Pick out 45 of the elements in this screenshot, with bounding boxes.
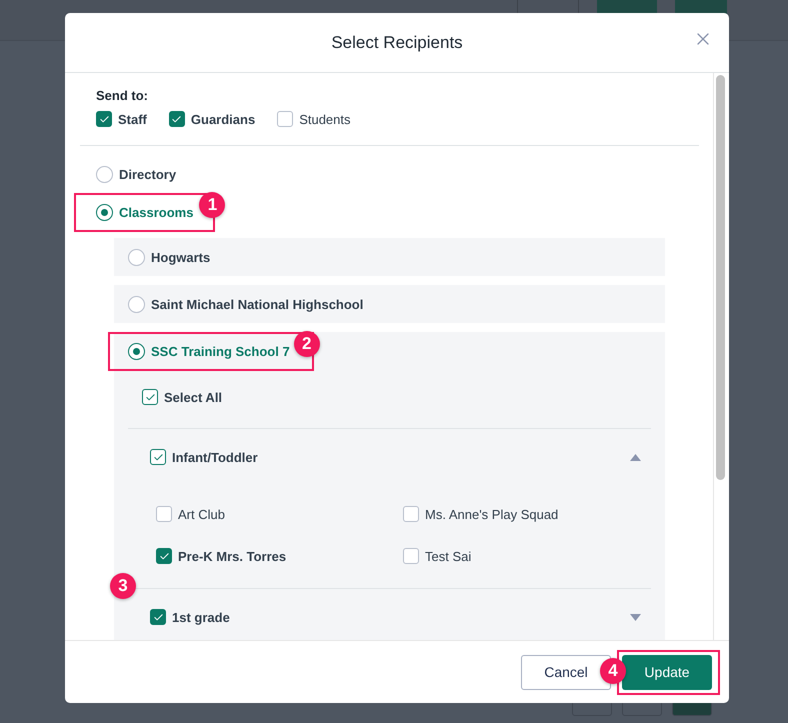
- checkbox[interactable]: [142, 389, 158, 405]
- radio-button[interactable]: [96, 204, 113, 221]
- radio-button[interactable]: [128, 296, 145, 313]
- radio-button[interactable]: [128, 249, 145, 266]
- check-icon: [144, 392, 156, 402]
- radio-label: Directory: [119, 167, 176, 182]
- send-to-label: Send to:: [95, 88, 149, 103]
- step-badge: 3: [110, 573, 136, 599]
- radio-button[interactable]: [96, 166, 113, 183]
- checkbox[interactable]: [156, 506, 172, 522]
- checkbox[interactable]: [156, 548, 172, 564]
- scrollbar[interactable]: [716, 75, 725, 480]
- checkbox[interactable]: [277, 111, 294, 127]
- radio-label: Hogwarts: [151, 250, 210, 265]
- checkbox[interactable]: [403, 548, 419, 564]
- checkbox-label: Ms. Anne's Play Squad: [425, 506, 558, 522]
- check-icon: [158, 550, 170, 562]
- checkbox[interactable]: [150, 609, 166, 625]
- checkbox-label: Guardians: [190, 112, 256, 126]
- radio-label: Saint Michael National Highschool: [151, 297, 364, 312]
- checkbox-label: Pre-K Mrs. Torres: [178, 548, 286, 564]
- check-icon: [98, 114, 110, 124]
- checkbox[interactable]: [403, 506, 419, 522]
- checkbox[interactable]: [168, 111, 185, 127]
- check-icon: [152, 452, 164, 462]
- radio-label: SSC Training School 7: [151, 344, 290, 359]
- group-label: 1st grade: [172, 610, 230, 624]
- step-badge: 1: [199, 192, 226, 218]
- group-label: Infant/Toddler: [172, 450, 258, 464]
- collapse-caret-icon[interactable]: [630, 454, 641, 460]
- checkbox[interactable]: [96, 111, 112, 127]
- expand-caret-icon[interactable]: [630, 614, 641, 620]
- checkbox-label: Test Sai: [425, 548, 472, 564]
- checkbox-label: Select All: [164, 390, 222, 404]
- radio-button[interactable]: [128, 343, 145, 360]
- checkbox-label: Students: [299, 112, 351, 126]
- checkbox[interactable]: [150, 449, 166, 465]
- checkbox-label: Staff: [118, 112, 147, 126]
- radio-label: Classrooms: [119, 205, 194, 220]
- step-badge: 2: [294, 331, 320, 357]
- checkbox-label: Art Club: [178, 506, 225, 522]
- update-button[interactable]: Update: [622, 654, 712, 690]
- check-icon: [171, 114, 182, 124]
- dialog-title: Select Recipients: [331, 32, 463, 52]
- check-icon: [152, 612, 164, 622]
